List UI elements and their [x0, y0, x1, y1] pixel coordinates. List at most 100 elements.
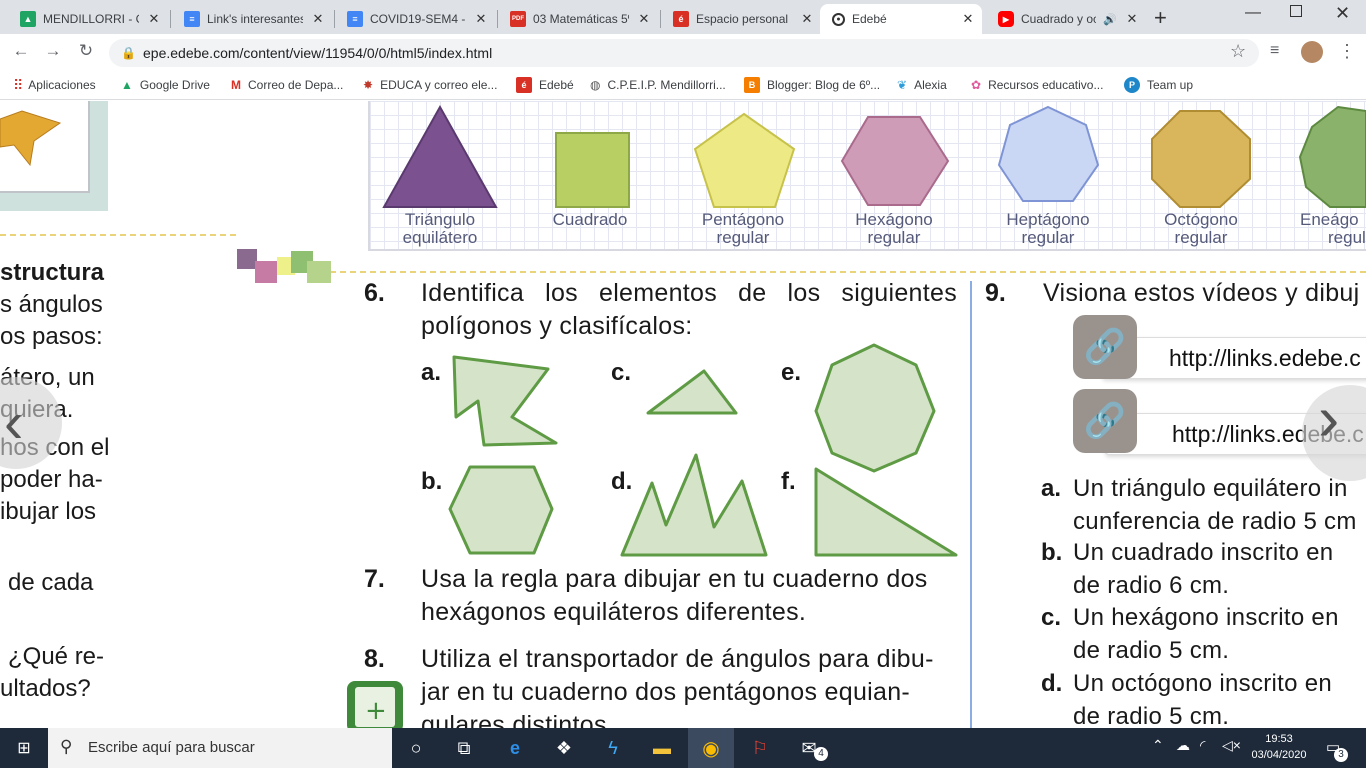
- cloud-icon[interactable]: ☁: [1176, 737, 1190, 754]
- menu-kebab-icon[interactable]: ⋮: [1338, 41, 1356, 62]
- label-hexagon: Hexágono regular: [855, 210, 933, 247]
- left-text-line: poder ha-: [0, 466, 103, 493]
- notification-badge: 3: [1334, 748, 1348, 762]
- tab-edebe-active[interactable]: ● Edebé ✕: [820, 4, 982, 34]
- label-nonagon: Eneágo regul: [1300, 210, 1366, 247]
- cortana-icon[interactable]: ○: [404, 736, 428, 760]
- globe-icon: ◍: [590, 78, 601, 92]
- windows-start-icon[interactable]: ⊞: [12, 736, 36, 760]
- item-text: de radio 5 cm.: [1073, 637, 1230, 664]
- bookmark-cpeip[interactable]: ◍ C.P.E.I.P. Mendillorri...: [590, 76, 726, 94]
- maximize-button[interactable]: [1290, 5, 1302, 17]
- polygon-d: [620, 453, 768, 557]
- equilateral-triangle-shape: [382, 104, 498, 208]
- close-window-button[interactable]: ✕: [1335, 3, 1350, 24]
- pentagon-shape: [693, 112, 796, 208]
- chevron-up-icon[interactable]: ⌃: [1152, 737, 1164, 754]
- new-tab-button[interactable]: +: [1154, 5, 1167, 31]
- dashed-divider: [0, 234, 236, 236]
- bookmark-correo[interactable]: M Correo de Depa...: [231, 76, 343, 94]
- heptagon-shape: [997, 105, 1100, 202]
- square-shape: [555, 132, 630, 208]
- edebe-icon: é: [516, 77, 532, 93]
- item-text: cunferencia de radio 5 cm: [1073, 508, 1357, 535]
- google-drive-icon: ▲: [20, 11, 36, 27]
- item-text: Un triángulo equilátero in: [1073, 475, 1348, 502]
- audio-playing-icon[interactable]: 🔊: [1103, 13, 1117, 26]
- close-tab-icon[interactable]: ✕: [146, 11, 162, 27]
- address-bar[interactable]: epe.edebe.com/content/view/11954/0/0/htm…: [109, 39, 1259, 67]
- reload-button[interactable]: ↻: [74, 41, 98, 63]
- close-tab-icon[interactable]: ✕: [636, 11, 652, 27]
- left-text-line: ibujar los: [0, 498, 97, 525]
- item-text: de radio 6 cm.: [1073, 572, 1230, 599]
- polygon-f: [814, 467, 958, 557]
- tab-youtube[interactable]: ▶ Cuadrado y oc 🔊 ✕: [986, 4, 1146, 34]
- item-text: de radio 5 cm.: [1073, 703, 1230, 728]
- exercise-9-number: 9.: [985, 279, 1006, 307]
- tab-espacio[interactable]: é Espacio personal E ✕: [661, 4, 821, 34]
- tab-matematicas[interactable]: PDF 03 Matemáticas 5º ✕: [498, 4, 658, 34]
- exercise-7-text: hexágonos equiláteros diferentes.: [421, 598, 807, 626]
- google-drive-icon: ▲: [121, 78, 133, 92]
- bookmark-team-up[interactable]: P Team up: [1124, 76, 1193, 94]
- close-tab-icon[interactable]: ✕: [799, 11, 815, 27]
- avatar[interactable]: [1301, 41, 1323, 63]
- bookmark-apps[interactable]: ⠿ Aplicaciones: [13, 76, 96, 94]
- gmail-icon: M: [231, 78, 241, 92]
- item-label: a.: [1041, 475, 1062, 502]
- wifi-icon[interactable]: ◜: [1200, 737, 1205, 754]
- label-octagon: Octógono regular: [1164, 210, 1238, 247]
- edge-icon[interactable]: e: [503, 736, 527, 760]
- link-icon[interactable]: 🔗: [1073, 389, 1137, 453]
- polygon-a: [452, 355, 558, 447]
- column-divider: [970, 281, 972, 728]
- item-text: Un octógono inscrito en: [1073, 670, 1333, 697]
- item-label: c.: [1041, 604, 1062, 631]
- nonagon-shape: [1298, 105, 1366, 208]
- label-square: Cuadrado: [552, 210, 628, 229]
- task-view-icon[interactable]: ⧉: [452, 736, 476, 760]
- label-triangle: Triángulo equilátero: [402, 210, 478, 247]
- search-icon: ⚲: [60, 737, 73, 756]
- exercise-6-text: Identifica los elementos de los siguient…: [421, 279, 957, 307]
- exercise-9-text: Visiona estos vídeos y dibuj: [1043, 279, 1360, 307]
- docs-icon: ≡: [184, 11, 200, 27]
- video-link-1[interactable]: http://links.edebe.c: [1102, 337, 1366, 379]
- hexagon-shape: [840, 116, 950, 206]
- tab-mendillorri[interactable]: ▲ MENDILLORRI - G ✕: [8, 4, 168, 34]
- link-icon[interactable]: 🔗: [1073, 315, 1137, 379]
- back-button[interactable]: ←: [9, 41, 33, 63]
- close-tab-icon[interactable]: ✕: [310, 11, 326, 27]
- close-tab-icon[interactable]: ✕: [1124, 11, 1140, 27]
- taskbar-search[interactable]: Escribe aquí para buscar: [48, 728, 392, 768]
- exercise-8-text: jar en tu cuaderno dos pentágonos equian…: [421, 678, 911, 706]
- apps-grid-icon: ⠿: [13, 76, 23, 93]
- minimize-button[interactable]: —: [1245, 4, 1261, 22]
- close-tab-icon[interactable]: ✕: [473, 11, 489, 27]
- bookmark-edebe[interactable]: é Edebé: [516, 76, 574, 94]
- bookmark-recursos[interactable]: ✿ Recursos educativo...: [971, 76, 1103, 94]
- decorative-squares: [237, 249, 331, 283]
- bookmark-star-icon[interactable]: ☆: [1230, 41, 1246, 62]
- bookmark-alexia[interactable]: ❦ Alexia: [897, 76, 947, 94]
- tab-covid[interactable]: ≡COVID19-SEM4 - D✕: [335, 4, 495, 34]
- polygon-e: [814, 343, 936, 473]
- bookmark-google-drive[interactable]: ▲ Google Drive: [121, 76, 210, 94]
- tab-links[interactable]: ≡ Link's interesantes ✕: [172, 4, 332, 34]
- bookmark-blogger[interactable]: B Blogger: Blog de 6º...: [744, 76, 880, 94]
- blogger-icon: B: [744, 77, 760, 93]
- dropbox-icon[interactable]: ❖: [552, 736, 576, 760]
- clock[interactable]: 19:53 03/04/2020: [1246, 731, 1312, 763]
- item-label: d.: [1041, 670, 1063, 697]
- chevron-left-icon: ‹: [4, 390, 24, 455]
- close-tab-icon[interactable]: ✕: [960, 11, 976, 27]
- media-control-icon[interactable]: ≡: [1270, 42, 1279, 60]
- lightning-app-icon[interactable]: ϟ: [601, 736, 625, 760]
- forward-button[interactable]: →: [41, 41, 65, 63]
- bookmark-educa[interactable]: ✸ EDUCA y correo ele...: [363, 76, 497, 94]
- file-explorer-icon[interactable]: ▬: [650, 736, 674, 760]
- acrobat-icon[interactable]: ⚐: [748, 736, 772, 760]
- chrome-icon[interactable]: ◉: [699, 736, 723, 760]
- volume-muted-icon[interactable]: ◁×: [1222, 737, 1241, 754]
